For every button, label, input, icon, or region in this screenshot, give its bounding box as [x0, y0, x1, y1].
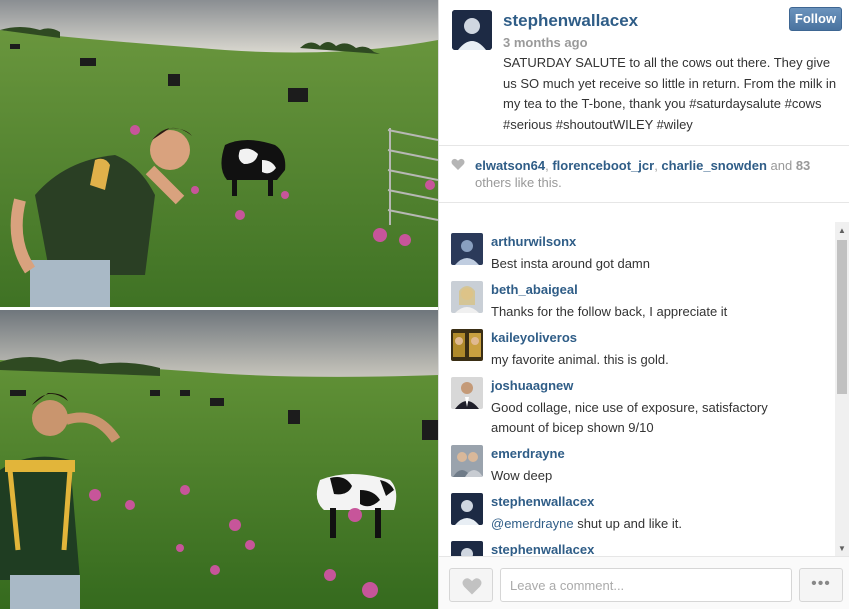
- avatar-image: [451, 329, 483, 361]
- commenter-avatar[interactable]: [451, 445, 483, 477]
- post-photo[interactable]: [0, 0, 438, 609]
- comment-text: Best insta around got damn: [491, 256, 650, 271]
- likes-text: elwatson64, florenceboot_jcr, charlie_sn…: [475, 158, 811, 190]
- comment-username[interactable]: arthurwilsonx: [491, 234, 576, 249]
- more-dots-icon: •••: [811, 575, 831, 592]
- comments-scrollbar[interactable]: ▲ ▼: [835, 222, 849, 556]
- owner-avatar[interactable]: [452, 10, 492, 50]
- liker-username[interactable]: charlie_snowden: [661, 158, 766, 173]
- comment-text: Thanks for the follow back, I appreciate…: [491, 304, 728, 319]
- avatar-image: [452, 10, 492, 50]
- post-header: stephenwallacex 3 months ago Follow SATU…: [439, 0, 849, 146]
- follow-button[interactable]: Follow: [789, 7, 842, 31]
- more-options-button[interactable]: •••: [799, 568, 843, 602]
- scroll-thumb[interactable]: [837, 240, 847, 394]
- commenter-avatar[interactable]: [451, 377, 483, 409]
- comment-username[interactable]: kaileyoliveros: [491, 330, 577, 345]
- commenter-avatar[interactable]: [451, 541, 483, 556]
- comment-text: Wow deep: [491, 468, 553, 483]
- comment-text: Good collage, nice use of exposure, sati…: [491, 400, 768, 435]
- comment-text: my favorite animal. this is gold.: [491, 352, 669, 367]
- post-timestamp: 3 months ago: [503, 35, 588, 50]
- comment-username[interactable]: beth_abaigeal: [491, 282, 578, 297]
- owner-username[interactable]: stephenwallacex: [503, 11, 638, 31]
- commenter-avatar[interactable]: [451, 233, 483, 265]
- comment-username[interactable]: joshuaagnew: [491, 378, 573, 393]
- avatar-image: [451, 445, 483, 477]
- photo-collage-image: [0, 0, 438, 609]
- comment-username[interactable]: stephenwallacex: [491, 494, 594, 509]
- liker-username[interactable]: florenceboot_jcr: [552, 158, 654, 173]
- likes-section: elwatson64, florenceboot_jcr, charlie_sn…: [439, 147, 849, 203]
- post-detail-panel: stephenwallacex 3 months ago Follow SATU…: [438, 0, 849, 609]
- comment-username[interactable]: emerdrayne: [491, 446, 565, 461]
- post-caption: SATURDAY SALUTE to all the cows out ther…: [503, 55, 837, 132]
- comment-username[interactable]: stephenwallacex: [491, 542, 594, 556]
- comments-list[interactable]: arthurwilsonx Best insta around got damn…: [439, 220, 835, 556]
- avatar-image: [451, 377, 483, 409]
- scroll-down-icon[interactable]: ▼: [837, 544, 847, 554]
- avatar-image: [451, 233, 483, 265]
- comment-mention[interactable]: @emerdrayne: [491, 516, 574, 531]
- avatar-image: [451, 281, 483, 313]
- liker-username[interactable]: elwatson64: [475, 158, 545, 173]
- like-button[interactable]: [449, 568, 493, 602]
- commenter-avatar[interactable]: [451, 493, 483, 525]
- heart-icon: [462, 578, 482, 595]
- avatar-image: [451, 493, 483, 525]
- scroll-up-icon[interactable]: ▲: [837, 226, 847, 236]
- avatar-image: [451, 541, 483, 556]
- comment-text: @emerdrayne shut up and like it.: [491, 516, 682, 531]
- heart-icon: [451, 158, 465, 170]
- comment-input[interactable]: [500, 568, 792, 602]
- likes-count[interactable]: 83: [796, 158, 810, 173]
- comment-footer: •••: [439, 556, 849, 609]
- commenter-avatar[interactable]: [451, 329, 483, 361]
- commenter-avatar[interactable]: [451, 281, 483, 313]
